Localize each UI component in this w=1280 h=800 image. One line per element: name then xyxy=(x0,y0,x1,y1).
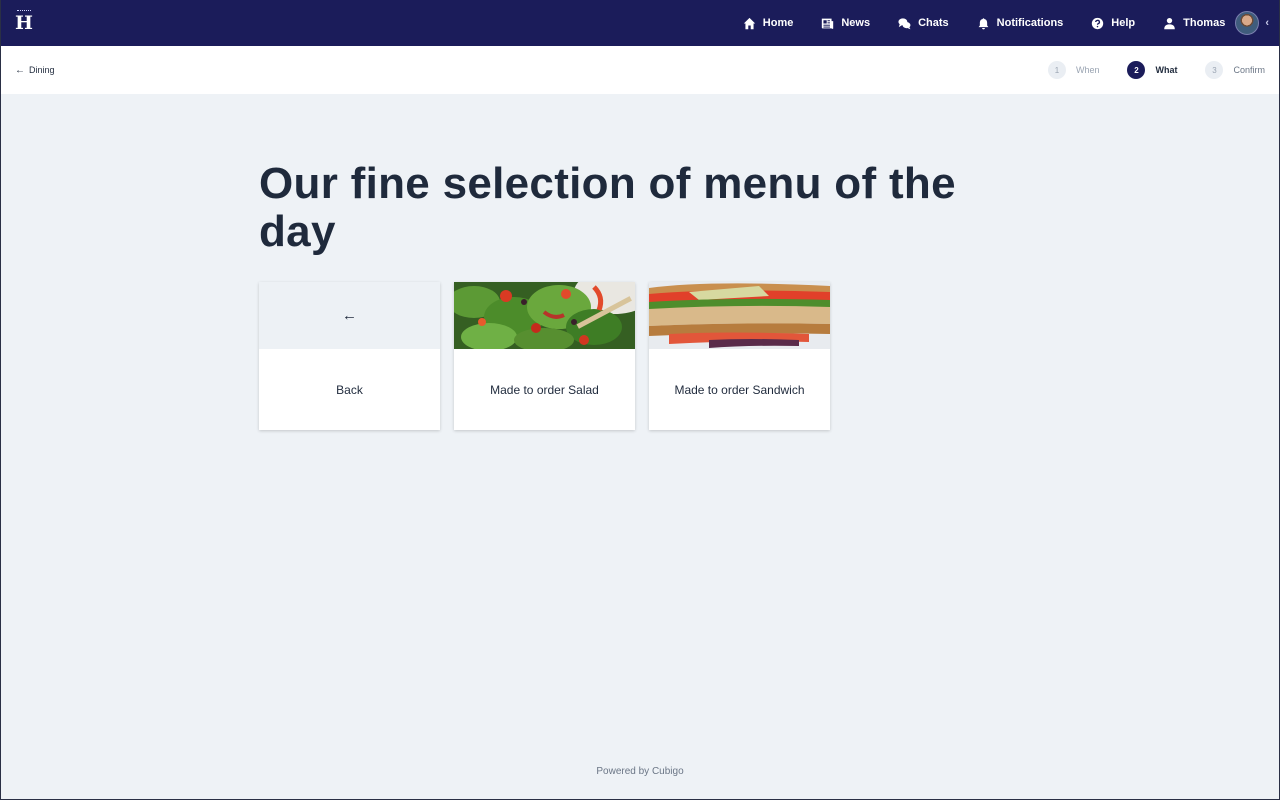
sandwich-card[interactable]: Made to order Sandwich xyxy=(649,282,830,430)
step-label: Confirm xyxy=(1233,65,1265,75)
nav-item-label: News xyxy=(841,17,871,29)
step-when[interactable]: 1 When xyxy=(1047,61,1100,79)
nav-item-label: Thomas xyxy=(1183,17,1226,29)
step-number: 1 xyxy=(1047,61,1066,79)
card-label: Back xyxy=(336,382,363,397)
nav-item-label: Chats xyxy=(918,17,949,29)
bell-icon xyxy=(978,17,989,29)
avatar[interactable] xyxy=(1235,11,1260,35)
arrow-left-icon: ← xyxy=(15,64,25,76)
step-number: 3 xyxy=(1205,61,1224,79)
logo-crown-icon xyxy=(17,10,31,13)
salad-card[interactable]: Made to order Salad xyxy=(454,282,635,430)
salad-illustration xyxy=(454,282,635,349)
nav-item-label: Help xyxy=(1111,17,1136,29)
salad-photo xyxy=(454,282,635,349)
sandwich-illustration xyxy=(649,282,830,349)
chevron-left-icon[interactable]: ‹ xyxy=(1265,17,1269,29)
nav-item-label: Home xyxy=(762,17,794,29)
nav-item-chats[interactable]: Chats xyxy=(898,0,949,46)
logo[interactable]: H xyxy=(13,10,35,35)
nav-item-notifications[interactable]: Notifications xyxy=(977,0,1064,46)
arrow-left-icon: ← xyxy=(259,282,440,349)
app-frame: H Home News Chats Notifications Help Tho… xyxy=(0,0,1280,800)
nav-links: Home News Chats Notifications Help Thoma… xyxy=(715,0,1279,46)
news-icon xyxy=(822,18,834,29)
nav-item-profile[interactable]: Thomas ‹ xyxy=(1163,0,1279,46)
sub-header: ← Dining 1 When 2 What 3 Confirm xyxy=(1,46,1279,94)
back-card[interactable]: ← Back xyxy=(259,282,440,430)
stepper: 1 When 2 What 3 Confirm xyxy=(1020,61,1265,79)
sandwich-photo xyxy=(649,282,830,349)
footer: Powered by Cubigo xyxy=(596,766,684,777)
home-icon xyxy=(743,17,755,29)
main-content: Our fine selection of menu of the day xyxy=(259,160,1019,256)
back-to-dining-link[interactable]: ← Dining xyxy=(15,65,55,76)
card-label: Made to order Salad xyxy=(490,382,599,397)
step-confirm[interactable]: 3 Confirm xyxy=(1205,61,1265,79)
back-link-label: Dining xyxy=(29,65,55,75)
step-label: What xyxy=(1155,65,1178,75)
page-title: Our fine selection of menu of the day xyxy=(259,159,956,256)
step-what[interactable]: 2 What xyxy=(1127,61,1177,79)
nav-item-label: Notifications xyxy=(996,17,1064,29)
step-label: When xyxy=(1075,65,1100,75)
card-label: Made to order Sandwich xyxy=(674,382,805,397)
nav-item-home[interactable]: Home xyxy=(743,0,794,46)
user-icon xyxy=(1164,17,1175,29)
chat-icon xyxy=(898,17,911,29)
menu-cards: ← Back Made to order Salad Made to order… xyxy=(259,282,844,430)
nav-item-news[interactable]: News xyxy=(821,0,870,46)
step-number: 2 xyxy=(1127,61,1146,79)
logo-letter: H xyxy=(15,12,33,34)
top-navigation: H Home News Chats Notifications Help Tho… xyxy=(1,0,1279,46)
help-icon xyxy=(1092,17,1104,29)
nav-item-help[interactable]: Help xyxy=(1091,0,1135,46)
